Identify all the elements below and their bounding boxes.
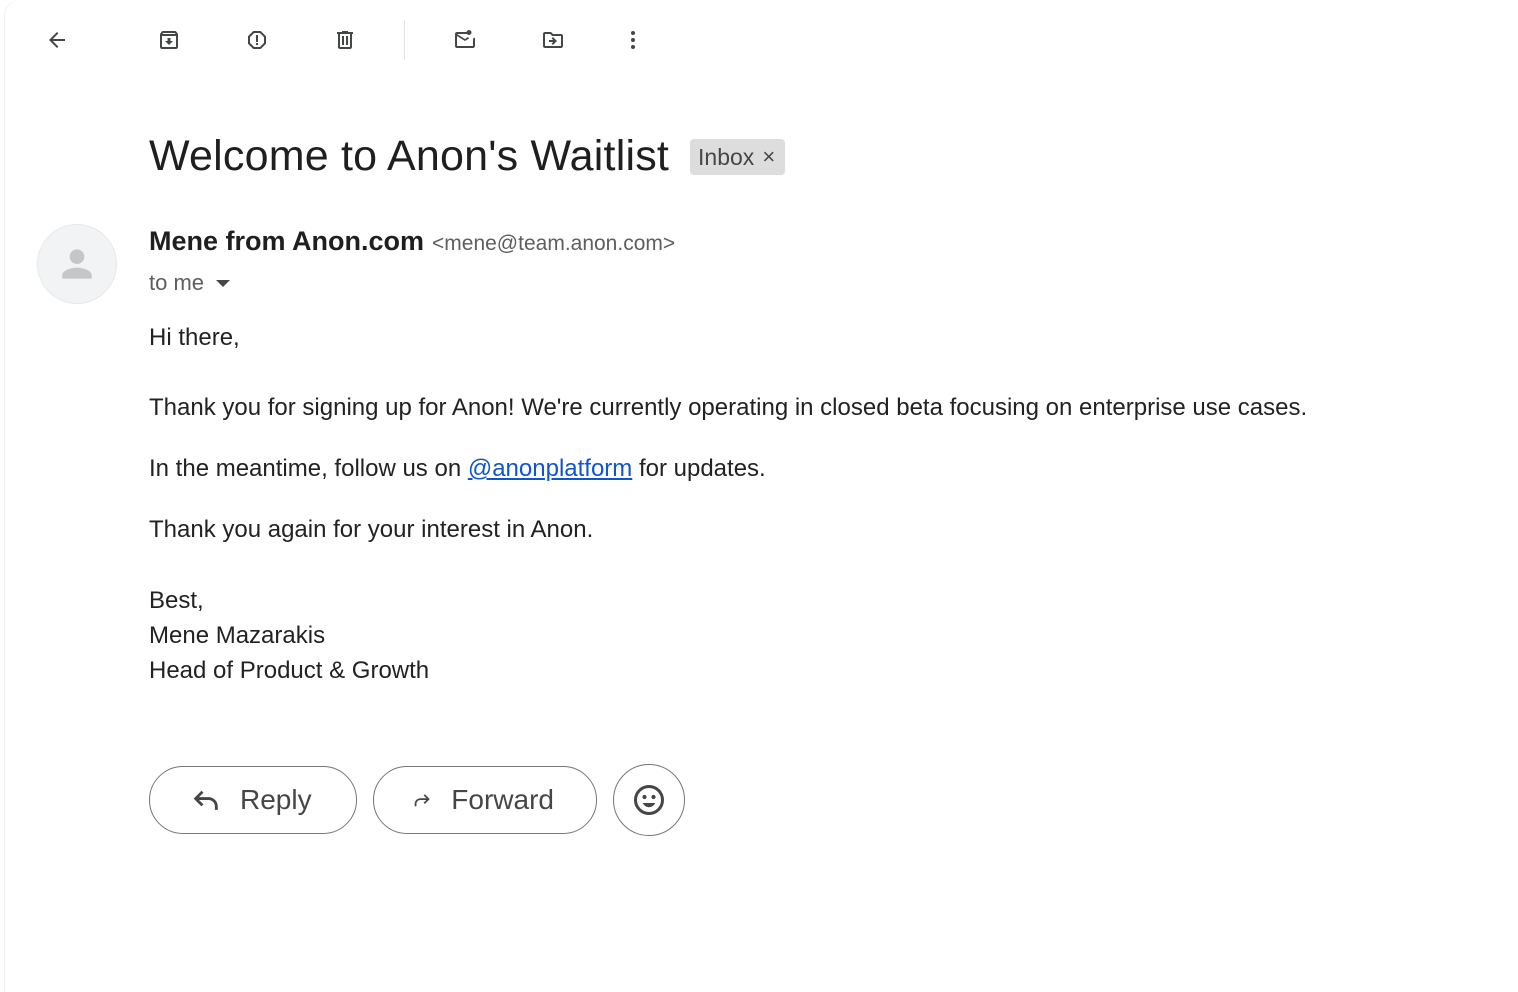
delete-button[interactable] bbox=[325, 20, 365, 60]
remove-label-icon[interactable]: × bbox=[762, 146, 775, 168]
mark-unread-button[interactable] bbox=[445, 20, 485, 60]
message-toolbar bbox=[5, 0, 765, 80]
report-spam-button[interactable] bbox=[237, 20, 277, 60]
caret-down-icon bbox=[216, 279, 231, 287]
label-chip-inbox[interactable]: Inbox × bbox=[690, 139, 786, 175]
body-text: In the meantime, follow us on bbox=[149, 455, 468, 482]
reply-label: Reply bbox=[240, 784, 312, 815]
report-spam-icon bbox=[248, 31, 266, 49]
subject-row: Welcome to Anon's Waitlist Inbox × bbox=[149, 130, 786, 182]
sender-name[interactable]: Mene from Anon.com bbox=[149, 226, 424, 257]
body-paragraph-follow: In the meantime, follow us on @anonplatf… bbox=[149, 451, 1489, 486]
sender-email: <mene@team.anon.com> bbox=[432, 232, 676, 255]
body-text: for updates. bbox=[632, 455, 766, 482]
body-paragraph: Thank you again for your interest in Ano… bbox=[149, 516, 594, 543]
move-to-button[interactable] bbox=[533, 20, 573, 60]
mark-unread-icon bbox=[455, 30, 475, 48]
archive-icon bbox=[160, 31, 178, 49]
toolbar-divider bbox=[404, 20, 405, 60]
label-chip-text: Inbox bbox=[698, 143, 755, 170]
twitter-handle-link[interactable]: @anonplatform bbox=[468, 455, 632, 482]
forward-label: Forward bbox=[451, 784, 554, 815]
forward-button[interactable]: Forward bbox=[373, 766, 597, 834]
body-greeting: Hi there, bbox=[149, 324, 240, 351]
person-icon bbox=[62, 249, 92, 279]
signature-title: Head of Product & Growth bbox=[149, 657, 430, 684]
message-actions: Reply Forward bbox=[149, 764, 685, 836]
body-paragraph: Thank you for signing up for Anon! We're… bbox=[149, 394, 1308, 421]
email-body: Hi there, Thank you for signing up for A… bbox=[149, 320, 1489, 688]
delete-icon bbox=[337, 31, 353, 49]
archive-button[interactable] bbox=[149, 20, 189, 60]
more-options-icon bbox=[631, 31, 635, 49]
signoff: Best, bbox=[149, 587, 204, 614]
react-emoji-button[interactable] bbox=[613, 764, 685, 836]
avatar[interactable] bbox=[37, 224, 117, 304]
more-options-button[interactable] bbox=[613, 20, 653, 60]
email-subject: Welcome to Anon's Waitlist bbox=[149, 132, 670, 180]
back-button[interactable] bbox=[37, 20, 77, 60]
recipient-details-toggle[interactable]: to me bbox=[149, 270, 231, 296]
reply-button[interactable]: Reply bbox=[149, 766, 357, 834]
forward-icon bbox=[414, 794, 430, 807]
reply-icon bbox=[193, 790, 218, 810]
smiley-face-icon bbox=[634, 785, 664, 815]
message-view: Welcome to Anon's Waitlist Inbox × Mene … bbox=[4, 0, 1518, 992]
move-to-icon bbox=[543, 32, 563, 48]
recipient-text: to me bbox=[149, 270, 205, 295]
back-arrow-icon bbox=[49, 32, 65, 48]
sender-row: Mene from Anon.com <mene@team.anon.com> bbox=[149, 226, 675, 257]
signature-name: Mene Mazarakis bbox=[149, 622, 326, 649]
